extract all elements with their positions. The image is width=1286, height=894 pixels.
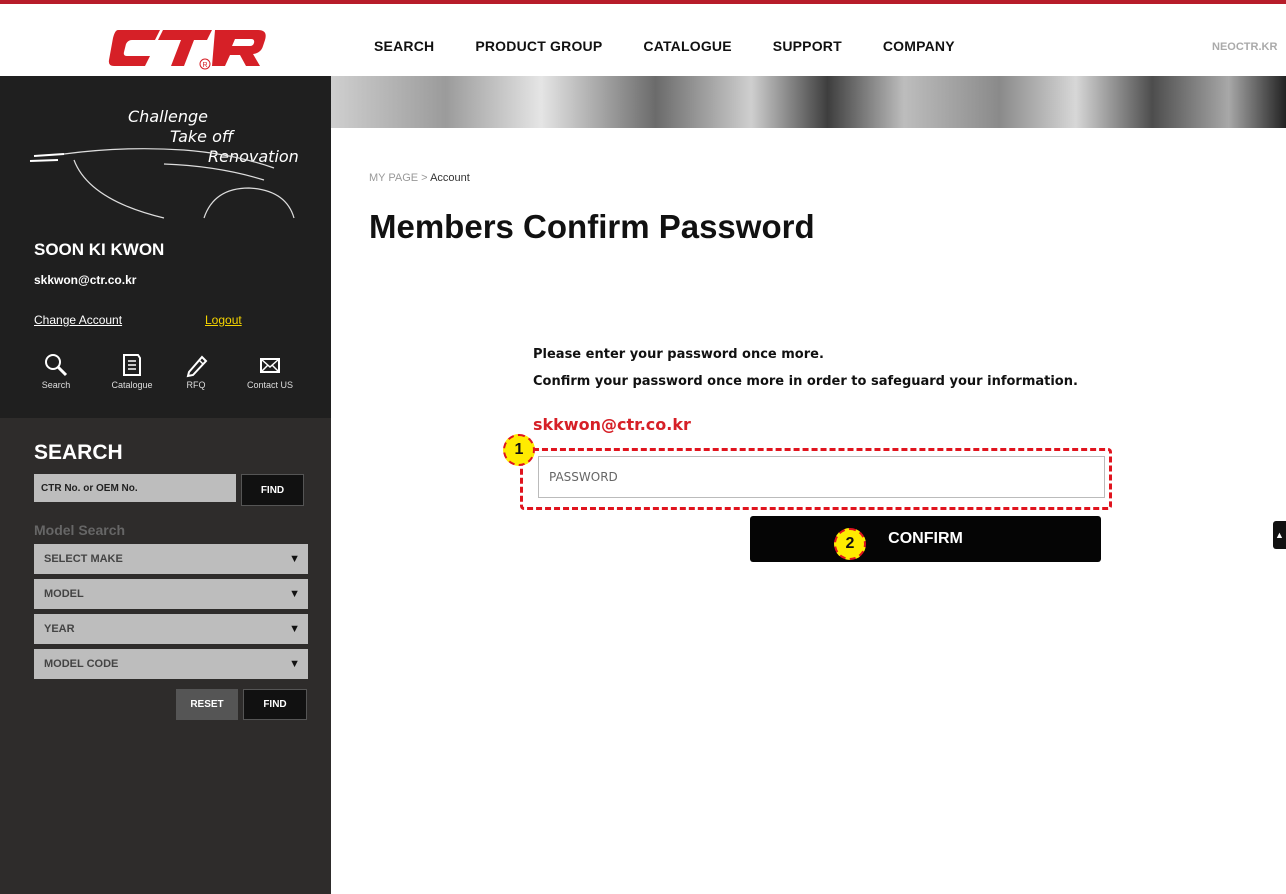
select-make-dropdown[interactable]: SELECT MAKE ▼ <box>34 544 308 574</box>
mail-icon <box>260 358 280 373</box>
user-name: SOON KI KWON <box>34 240 165 259</box>
annotation-badge-1: 1 <box>503 434 535 466</box>
reset-button[interactable]: RESET <box>176 689 238 720</box>
quick-link-catalogue[interactable]: Catalogue <box>100 352 164 390</box>
account-email: skkwon@ctr.co.kr <box>533 415 691 434</box>
instruction-text-2: Confirm your password once more in order… <box>533 374 1078 389</box>
nav-support[interactable]: SUPPORT <box>773 38 842 54</box>
breadcrumb-separator: > <box>421 172 428 184</box>
find-part-button[interactable]: FIND <box>241 474 304 506</box>
dropdown-arrow-icon: ▼ <box>289 658 300 670</box>
sidebar-search-title: SEARCH <box>34 441 123 464</box>
nav-catalogue[interactable]: CATALOGUE <box>643 38 731 54</box>
confirm-button[interactable]: CONFIRM <box>750 516 1101 562</box>
ctr-logo[interactable]: R <box>108 26 268 70</box>
dropdown-arrow-icon: ▼ <box>289 623 300 635</box>
quick-link-contact[interactable]: Contact US <box>238 352 302 390</box>
select-make-value: SELECT MAKE <box>44 553 123 565</box>
scroll-top-button[interactable]: ▲ <box>1273 521 1286 549</box>
user-email: skkwon@ctr.co.kr <box>34 273 137 287</box>
main-nav: SEARCH PRODUCT GROUP CATALOGUE SUPPORT C… <box>374 38 996 54</box>
nav-company[interactable]: COMPANY <box>883 38 955 54</box>
nav-search[interactable]: SEARCH <box>374 38 434 54</box>
pencil-icon <box>186 355 208 378</box>
nav-product-group[interactable]: PRODUCT GROUP <box>475 38 602 54</box>
breadcrumb-current: Account <box>430 172 470 184</box>
year-dropdown[interactable]: YEAR ▼ <box>34 614 308 644</box>
year-value: YEAR <box>44 623 75 635</box>
model-code-value: MODEL CODE <box>44 658 119 670</box>
page-title: Members Confirm Password <box>369 208 815 245</box>
instruction-text-1: Please enter your password once more. <box>533 347 824 362</box>
find-model-button[interactable]: FIND <box>243 689 307 720</box>
quick-link-label: RFQ <box>186 380 206 390</box>
svg-text:R: R <box>203 62 208 69</box>
quick-link-rfq[interactable]: RFQ <box>164 352 228 390</box>
model-value: MODEL <box>44 588 84 600</box>
change-account-link[interactable]: Change Account <box>34 313 122 327</box>
quick-link-label: Search <box>41 380 71 390</box>
breadcrumb-parent[interactable]: MY PAGE <box>369 172 418 184</box>
quick-link-search[interactable]: Search <box>24 352 88 390</box>
site-link[interactable]: NEOCTR.KR <box>1212 41 1277 53</box>
model-dropdown[interactable]: MODEL ▼ <box>34 579 308 609</box>
dropdown-arrow-icon: ▼ <box>289 588 300 600</box>
dropdown-arrow-icon: ▼ <box>289 553 300 565</box>
ctr-oem-number-input[interactable] <box>34 474 236 502</box>
logout-link[interactable]: Logout <box>205 313 242 327</box>
header-banner-image <box>331 76 1286 128</box>
site-header: R SEARCH PRODUCT GROUP CATALOGUE SUPPORT… <box>0 4 1286 76</box>
slogan-line-1: Challenge <box>128 107 208 126</box>
breadcrumb: MY PAGE > Account <box>369 172 470 184</box>
model-search-label: Model Search <box>34 522 126 538</box>
catalogue-icon <box>123 354 141 376</box>
password-input[interactable] <box>538 456 1105 498</box>
quick-link-label: Contact US <box>246 380 294 390</box>
search-icon <box>45 354 68 377</box>
model-code-dropdown[interactable]: MODEL CODE ▼ <box>34 649 308 679</box>
annotation-badge-2: 2 <box>834 528 866 560</box>
quick-link-label: Catalogue <box>111 380 153 390</box>
car-outline-illustration <box>29 148 295 219</box>
